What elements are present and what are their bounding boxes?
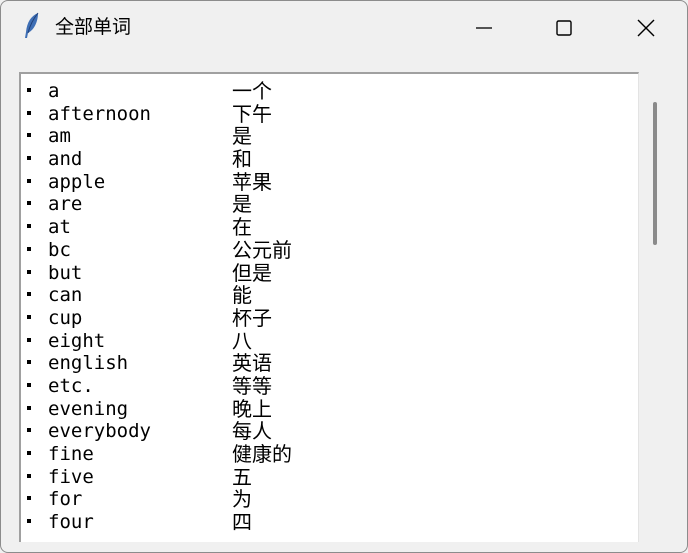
bullet-icon (27, 314, 31, 319)
list-item[interactable]: five 五 (21, 464, 638, 489)
list-item[interactable]: bc 公元前 (21, 239, 638, 262)
list-item[interactable]: english 英语 (21, 352, 638, 375)
bullet-icon (27, 156, 31, 161)
meaning-text: 每人 (232, 419, 272, 444)
list-item[interactable]: four 四 (21, 511, 638, 534)
meaning-text: 公元前 (232, 237, 292, 262)
bullet-icon (27, 473, 31, 478)
word-text: five (48, 465, 94, 488)
word-text: four (48, 511, 94, 534)
word-text: can (48, 284, 83, 307)
app-window: 全部单词 a 一个 afternoon 下午 am 是 and 和 apple 苹果 are 是 at 在… (0, 0, 688, 553)
bullet-icon (27, 88, 31, 92)
word-text: english (48, 352, 129, 375)
bullet-icon (27, 496, 31, 501)
close-button[interactable] (606, 0, 686, 56)
minimize-icon (476, 27, 492, 29)
list-item[interactable]: afternoon 下午 (21, 101, 638, 126)
meaning-text: 下午 (232, 101, 272, 126)
bullet-icon (27, 178, 31, 183)
word-text: and (48, 148, 83, 171)
title-bar[interactable]: 全部单词 (0, 0, 688, 56)
bullet-icon (27, 269, 31, 274)
meaning-text: 一个 (232, 79, 272, 103)
word-text: bc (48, 238, 71, 261)
list-item[interactable]: apple 苹果 (21, 171, 638, 194)
bullet-icon (27, 292, 31, 297)
meaning-text: 为 (232, 487, 252, 512)
word-text: am (48, 125, 71, 148)
list-item[interactable]: am 是 (21, 125, 638, 148)
close-icon (637, 19, 655, 37)
bullet-icon (27, 451, 31, 455)
word-text: for (48, 488, 83, 511)
feather-icon (21, 12, 43, 40)
bullet-icon (27, 133, 31, 138)
list-item[interactable]: at 在 (21, 216, 638, 239)
list-item[interactable]: eight 八 (21, 328, 638, 353)
word-text: at (48, 216, 71, 239)
word-text: eight (48, 329, 106, 352)
meaning-text: 但是 (232, 260, 272, 285)
bullet-icon (27, 428, 31, 433)
word-text: but (48, 261, 83, 284)
list-item[interactable]: for 为 (21, 488, 638, 511)
bullet-icon (27, 519, 31, 524)
meaning-text: 晚上 (232, 396, 272, 421)
list-item[interactable]: and 和 (21, 148, 638, 171)
list-item[interactable]: evening 晚上 (21, 396, 638, 421)
bullet-icon (27, 201, 31, 206)
meaning-text: 等等 (232, 373, 272, 398)
word-text: fine (48, 443, 94, 465)
word-text: a (48, 80, 60, 102)
meaning-text: 在 (232, 215, 252, 240)
word-text: etc. (48, 374, 94, 397)
list-item[interactable]: are 是 (21, 193, 638, 216)
word-text: are (48, 193, 83, 216)
word-text: everybody (48, 420, 151, 443)
vertical-scrollbar[interactable] (644, 72, 666, 542)
meaning-text: 是 (232, 192, 252, 217)
list-item[interactable]: cup 杯子 (21, 307, 638, 330)
meaning-text: 健康的 (232, 442, 292, 466)
meaning-text: 四 (232, 510, 252, 535)
word-text: evening (48, 397, 129, 420)
bullet-icon (27, 382, 31, 387)
list-item[interactable]: everybody 每人 (21, 420, 638, 443)
meaning-text: 是 (232, 124, 252, 149)
bullet-icon (27, 337, 31, 342)
meaning-text: 八 (232, 328, 252, 353)
scrollbar-thumb[interactable] (653, 102, 657, 245)
bullet-icon (27, 224, 31, 229)
maximize-icon (556, 20, 572, 36)
meaning-text: 苹果 (232, 169, 272, 194)
meaning-text: 五 (232, 464, 252, 489)
word-text: afternoon (48, 102, 151, 125)
meaning-text: 杯子 (232, 305, 272, 330)
bullet-icon (27, 360, 31, 365)
word-text: cup (48, 306, 83, 329)
meaning-text: 和 (232, 147, 252, 172)
meaning-text: 英语 (232, 351, 272, 376)
minimize-button[interactable] (444, 0, 524, 56)
window-title: 全部单词 (55, 16, 132, 38)
maximize-button[interactable] (524, 0, 604, 56)
meaning-text: 能 (232, 283, 252, 308)
list-item[interactable]: fine 健康的 (21, 443, 638, 466)
list-item[interactable]: etc. 等等 (21, 375, 638, 398)
word-list[interactable]: a 一个 afternoon 下午 am 是 and 和 apple 苹果 are 是 at 在 bc 公元前… (19, 72, 639, 542)
bullet-icon (27, 246, 31, 251)
list-item[interactable]: can 能 (21, 284, 638, 307)
bullet-icon (27, 110, 31, 115)
word-text: apple (48, 170, 106, 193)
bullet-icon (27, 405, 31, 410)
list-item[interactable]: a 一个 (21, 80, 638, 103)
list-item[interactable]: but 但是 (21, 260, 638, 285)
word-list-rows: a 一个 afternoon 下午 am 是 and 和 apple 苹果 are 是 at 在 bc 公元前… (21, 80, 638, 534)
